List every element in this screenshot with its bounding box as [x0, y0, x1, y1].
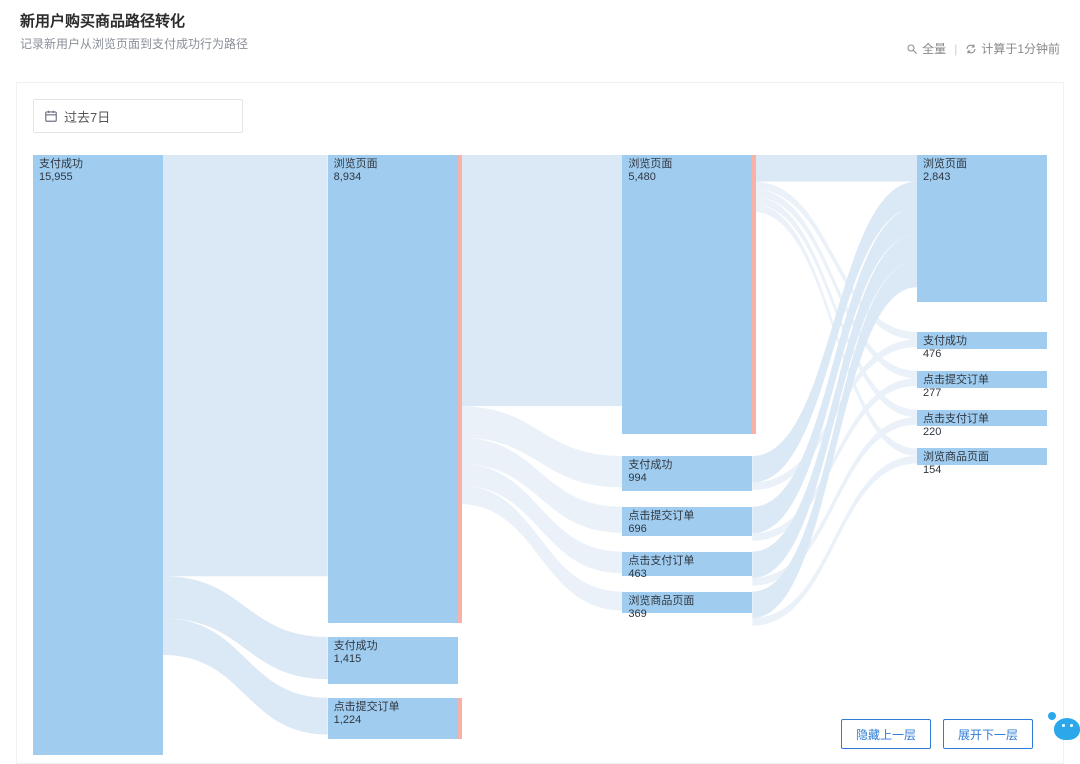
calendar-icon	[44, 109, 58, 123]
page-title: 新用户购买商品路径转化	[20, 10, 1060, 31]
sankey-node-value: 1,224	[334, 714, 400, 727]
sankey-node-label: 浏览页面8,934	[334, 158, 378, 184]
scope-button[interactable]: 全量	[906, 40, 946, 57]
sankey-node-value: 476	[923, 348, 967, 361]
date-range-label: 过去7日	[64, 107, 110, 126]
page-subtitle: 记录新用户从浏览页面到支付成功行为路径	[20, 35, 1060, 52]
scope-label: 全量	[922, 40, 946, 57]
sankey-link	[752, 155, 917, 181]
sankey-node-name: 点击提交订单	[628, 510, 694, 523]
hide-prev-level-button[interactable]: 隐藏上一层	[841, 719, 931, 749]
sankey-node-name: 浏览页面	[334, 158, 378, 171]
sankey-node-name: 点击支付订单	[628, 555, 694, 568]
sankey-links-layer	[33, 155, 1047, 755]
sankey-node-label: 支付成功994	[628, 459, 672, 485]
chart-actions: 隐藏上一层 展开下一层	[841, 719, 1033, 749]
sankey-node-label: 点击提交订单1,224	[334, 701, 400, 727]
sankey-node-value: 994	[628, 472, 672, 485]
sankey-node-name: 支付成功	[39, 158, 83, 171]
sankey-node-value: 154	[923, 464, 989, 477]
sankey-node-name: 浏览页面	[628, 158, 672, 171]
sankey-node-name: 浏览商品页面	[923, 451, 989, 464]
recompute-button[interactable]: 计算于1分钟前	[965, 40, 1060, 57]
sankey-node-value: 696	[628, 523, 694, 536]
sankey-node-value: 15,955	[39, 171, 83, 184]
sankey-node-value: 1,415	[334, 653, 378, 666]
sankey-node[interactable]	[622, 155, 752, 434]
sankey-node-value: 5,480	[628, 171, 672, 184]
sankey-node-label: 支付成功1,415	[334, 640, 378, 666]
sankey-node-name: 浏览商品页面	[628, 595, 694, 608]
sankey-link	[458, 485, 623, 611]
sankey-node-label: 浏览商品页面369	[628, 595, 694, 621]
sankey-node-label: 点击支付订单220	[923, 413, 989, 439]
assistant-mascot[interactable]	[1048, 712, 1080, 742]
refresh-icon	[965, 43, 977, 55]
sankey-node-label: 点击提交订单277	[923, 374, 989, 400]
sankey-link	[458, 155, 623, 406]
sankey-node-name: 支付成功	[923, 335, 967, 348]
sankey-node-name: 支付成功	[628, 459, 672, 472]
sankey-node[interactable]	[33, 155, 163, 755]
sankey-node-value: 8,934	[334, 171, 378, 184]
sankey-link	[163, 155, 328, 576]
sankey-node-name: 点击支付订单	[923, 413, 989, 426]
sankey-node-label: 支付成功15,955	[39, 158, 83, 184]
header-right-controls: 全量 | 计算于1分钟前	[906, 40, 1060, 57]
sankey-node-label: 浏览页面5,480	[628, 158, 672, 184]
sankey-node-name: 点击提交订单	[334, 701, 400, 714]
separator: |	[954, 42, 957, 56]
sankey-node-label: 浏览页面2,843	[923, 158, 967, 184]
expand-next-level-button[interactable]: 展开下一层	[943, 719, 1033, 749]
sankey-node-value: 2,843	[923, 171, 967, 184]
sankey-node-value: 220	[923, 426, 989, 439]
date-range-picker[interactable]: 过去7日	[33, 99, 243, 133]
sankey-node-value: 369	[628, 608, 694, 621]
sankey-node-name: 浏览页面	[923, 158, 967, 171]
sankey-node-label: 浏览商品页面154	[923, 451, 989, 477]
sankey-node[interactable]	[328, 155, 458, 623]
sankey-node-label: 点击支付订单463	[628, 555, 694, 581]
sankey-node-name: 支付成功	[334, 640, 378, 653]
sankey-node-name: 点击提交订单	[923, 374, 989, 387]
search-icon	[906, 43, 918, 55]
computed-label: 计算于1分钟前	[981, 40, 1060, 57]
sankey-node-value: 277	[923, 387, 989, 400]
chart-card: 过去7日 支付成功15,955浏览页面8,934支付成功1,415点击提交订单1…	[16, 82, 1064, 764]
sankey-node-value: 463	[628, 568, 694, 581]
sankey-node-label: 支付成功476	[923, 335, 967, 361]
sankey-node-label: 点击提交订单696	[628, 510, 694, 536]
sankey-chart: 支付成功15,955浏览页面8,934支付成功1,415点击提交订单1,224浏…	[33, 155, 1047, 755]
